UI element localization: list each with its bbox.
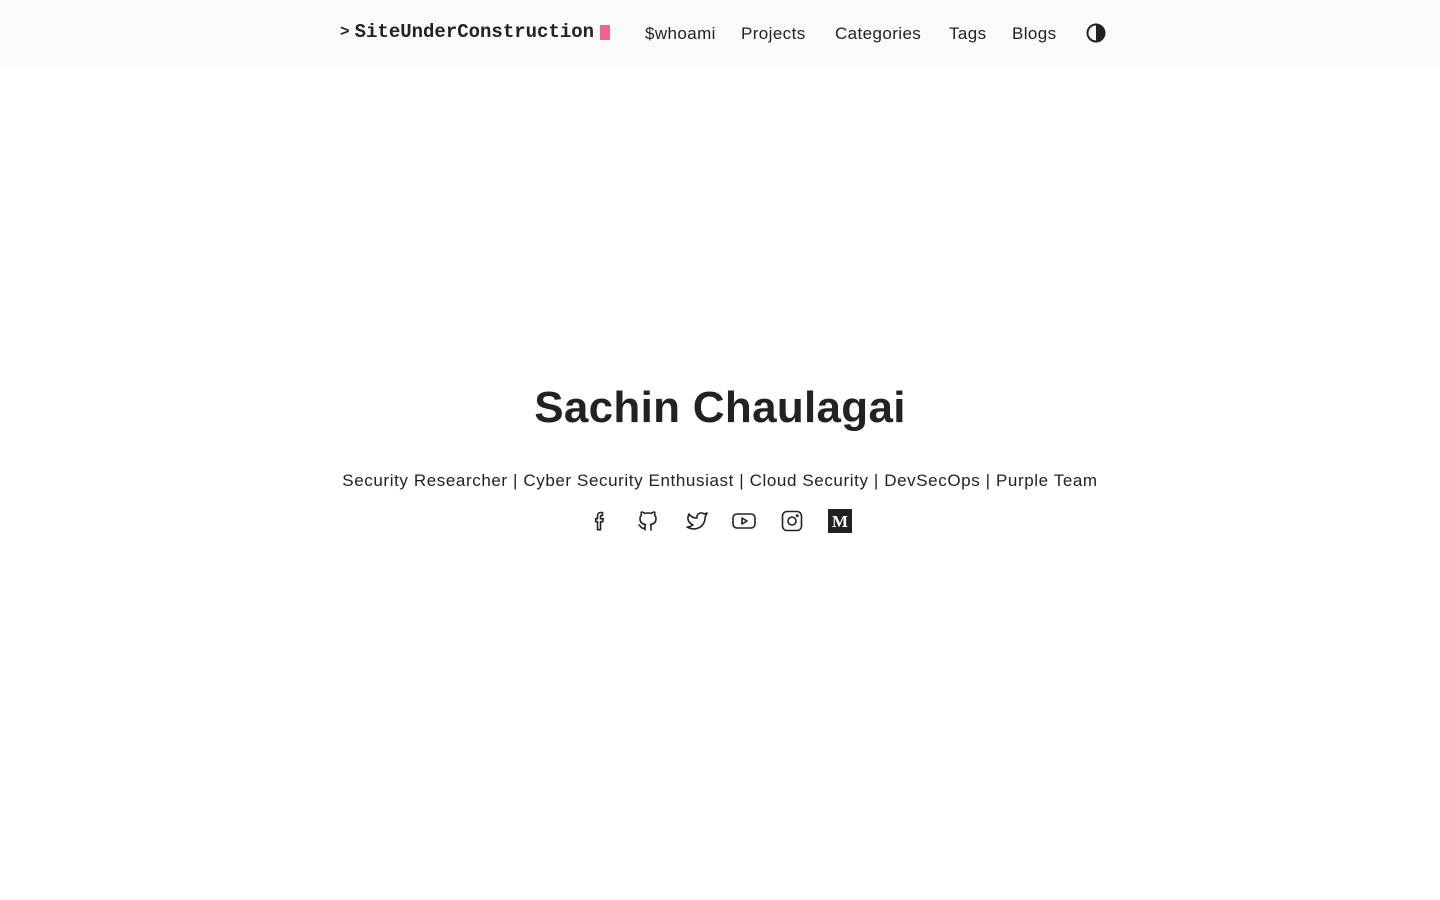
brand-name: SiteUnderConstruction (354, 21, 595, 43)
medium-link[interactable]: M (827, 508, 853, 534)
nav-blogs[interactable]: Blogs (1012, 24, 1057, 44)
github-link[interactable] (635, 508, 661, 534)
svg-text:M: M (832, 512, 848, 531)
nav-whoami[interactable]: $whoami (645, 24, 716, 44)
youtube-icon (732, 513, 756, 529)
facebook-link[interactable] (587, 508, 613, 534)
nav-tags[interactable]: Tags (949, 24, 987, 44)
instagram-icon (781, 510, 803, 532)
instagram-link[interactable] (779, 508, 805, 534)
site-logo-link[interactable]: > SiteUnderConstruction (340, 21, 611, 43)
contrast-icon (1086, 23, 1106, 43)
top-navbar: > SiteUnderConstruction $whoami Projects… (0, 0, 1440, 68)
blinking-cursor (600, 24, 611, 40)
twitter-icon (686, 512, 708, 530)
nav-categories[interactable]: Categories (835, 24, 921, 44)
brand-prompt: > (340, 23, 350, 41)
medium-icon: M (828, 509, 852, 533)
facebook-icon (594, 511, 605, 531)
youtube-link[interactable] (731, 508, 757, 534)
tagline: Security Researcher | Cyber Security Ent… (342, 471, 1098, 490)
theme-toggle-button[interactable] (1085, 22, 1107, 44)
nav-projects[interactable]: Projects (741, 24, 806, 44)
github-icon (638, 511, 657, 531)
page-title: Sachin Chaulagai (534, 383, 906, 432)
twitter-link[interactable] (683, 508, 709, 534)
